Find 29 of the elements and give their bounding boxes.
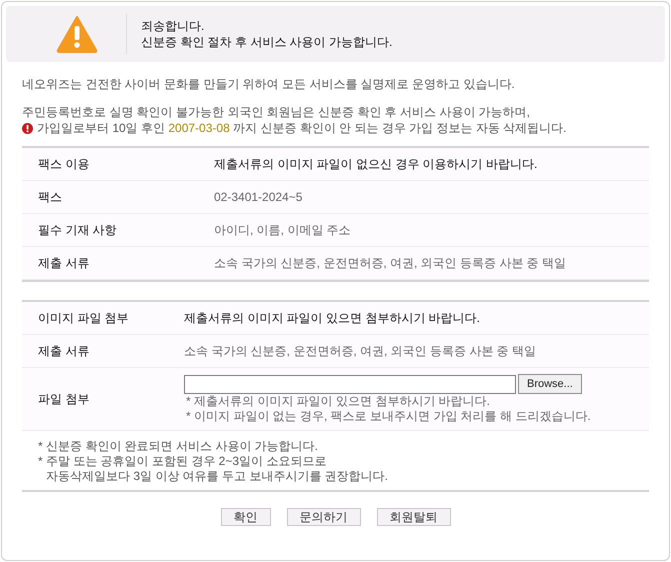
row-value: 소속 국가의 신분증, 운전면허증, 여권, 외국인 등록증 사본 중 택일: [184, 344, 536, 358]
intro-text: 네오위즈는 건전한 사이버 문화를 만들기 위하여 모든 서비스를 실명제로 운영하고 있습니다.: [22, 76, 516, 92]
deletion-notice: 가입일로부터 10일 후인 2007-03-08 까지 신분증 확인이 안 되는 경우 가입 정보는 자동 삭제됩니다.: [37, 120, 566, 136]
row-value: 제출서류의 이미지 파일이 없으신 경우 이용하시기 바랍니다.: [214, 157, 538, 171]
row-label: 제출 서류: [38, 344, 90, 358]
row-label: 필수 기재 사항: [38, 223, 117, 237]
alert-icon: [22, 122, 33, 134]
row-value: 아이디, 이름, 이메일 주소: [214, 223, 351, 237]
row-label: 이미지 파일 첨부: [38, 311, 129, 325]
row-value: 02-3401-2024~5: [214, 190, 302, 204]
hint-text: * 제출서류의 이미지 파일이 있으면 첨부하시기 바랍니다.: [186, 394, 492, 409]
browse-button[interactable]: Browse...: [518, 374, 582, 394]
header-message: 신분증 확인 절차 후 서비스 사용이 가능합니다.: [141, 34, 392, 50]
notice-text: 주민등록번호로 실명 확인이 불가능한 외국인 회원님은 신분증 확인 후 서비스 사용이 가능하며,: [22, 104, 532, 120]
action-button[interactable]: 확인: [220, 508, 270, 526]
row-value: 제출서류의 이미지 파일이 있으면 첨부하시기 바랍니다.: [184, 311, 480, 325]
warning-icon: [56, 15, 98, 53]
note-text: * 주말 또는 공휴일이 포함된 경우 2~3일이 소요되므로 자동삭제일보다 3일 이상 여유를 두고 보내주시기를 권장합니다.: [38, 454, 390, 484]
row-label: 파일 첨부: [38, 392, 90, 406]
action-button[interactable]: 문의하기: [286, 508, 360, 526]
row-label: 팩스: [38, 190, 62, 204]
hint-text: * 이미지 파일이 없는 경우, 팩스로 보내주시면 가입 처리를 해 드리겠습니다.: [186, 409, 592, 424]
row-label: 팩스 이용: [38, 157, 90, 171]
row-label: 제출 서류: [38, 256, 90, 270]
note-text: * 신분증 확인이 완료되면 서비스 사용이 가능합니다.: [38, 439, 320, 454]
action-button[interactable]: 회원탈퇴: [376, 508, 450, 526]
header-title: 죄송합니다.: [141, 18, 206, 34]
row-value: 소속 국가의 신분증, 운전면허증, 여권, 외국인 등록증 사본 중 택일: [214, 256, 566, 270]
file-path-field[interactable]: [184, 374, 516, 394]
